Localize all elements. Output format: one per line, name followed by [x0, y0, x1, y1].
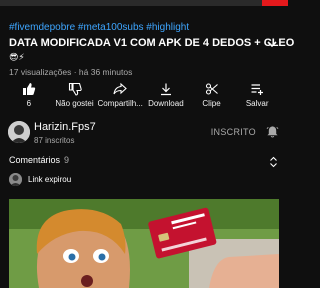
- like-button[interactable]: 6: [6, 82, 52, 112]
- thumbs-up-filled-icon: [22, 83, 35, 95]
- channel-name[interactable]: Harizin.Fps7: [34, 121, 96, 133]
- action-bar: 6 Não gostei Compartilh... Download Clip…: [0, 82, 288, 112]
- save-label: Salvar: [245, 99, 269, 108]
- status-bar: [0, 0, 288, 6]
- video-title: DATA MODIFICADA V1 COM APK DE 4 DEDOS + …: [9, 37, 295, 49]
- commenter-avatar: [9, 173, 22, 186]
- commenter-image: [9, 173, 22, 186]
- comment-text: Link expirou: [28, 175, 72, 184]
- chevron-down-icon[interactable]: [266, 38, 278, 50]
- download-icon: [160, 83, 171, 96]
- comments-header[interactable]: Comentários 9: [9, 155, 69, 165]
- download-button[interactable]: Download: [143, 82, 189, 112]
- subscribed-button[interactable]: INSCRITO: [211, 127, 256, 137]
- save-playlist-icon: [251, 84, 264, 95]
- thumbs-down-icon: [68, 82, 82, 96]
- subscriber-count: 87 inscritos: [34, 136, 75, 145]
- hashtags-link[interactable]: #fivemdepobre #meta100subs #highlight: [9, 22, 189, 33]
- share-icon: [113, 82, 127, 95]
- like-count: 6: [26, 99, 32, 108]
- dislike-button[interactable]: Não gostei: [52, 82, 98, 112]
- channel-row[interactable]: Harizin.Fps7 87 inscritos INSCRITO: [0, 118, 288, 150]
- progress-accent: [262, 0, 288, 6]
- clip-button[interactable]: Clipe: [189, 82, 235, 112]
- bell-icon[interactable]: [266, 125, 279, 138]
- avatar-image: [8, 121, 30, 143]
- comments-count: 9: [64, 155, 70, 165]
- clip-label: Clipe: [202, 99, 221, 108]
- channel-avatar[interactable]: [8, 121, 30, 143]
- video-meta[interactable]: 17 visualizações · há 36 minutos: [9, 67, 132, 77]
- comments-title: Comentários: [9, 155, 61, 165]
- scissors-icon: [205, 83, 218, 95]
- share-button[interactable]: Compartilh...: [97, 82, 143, 112]
- dislike-label: Não gostei: [55, 99, 94, 108]
- title-emojis: 😎⚡: [9, 52, 25, 62]
- next-video-thumbnail[interactable]: [9, 199, 279, 288]
- thumbnail-image: [9, 199, 279, 288]
- expand-icon[interactable]: [269, 156, 278, 168]
- share-label: Compartilh...: [97, 99, 143, 108]
- download-label: Download: [148, 99, 184, 108]
- save-button[interactable]: Salvar: [234, 82, 280, 112]
